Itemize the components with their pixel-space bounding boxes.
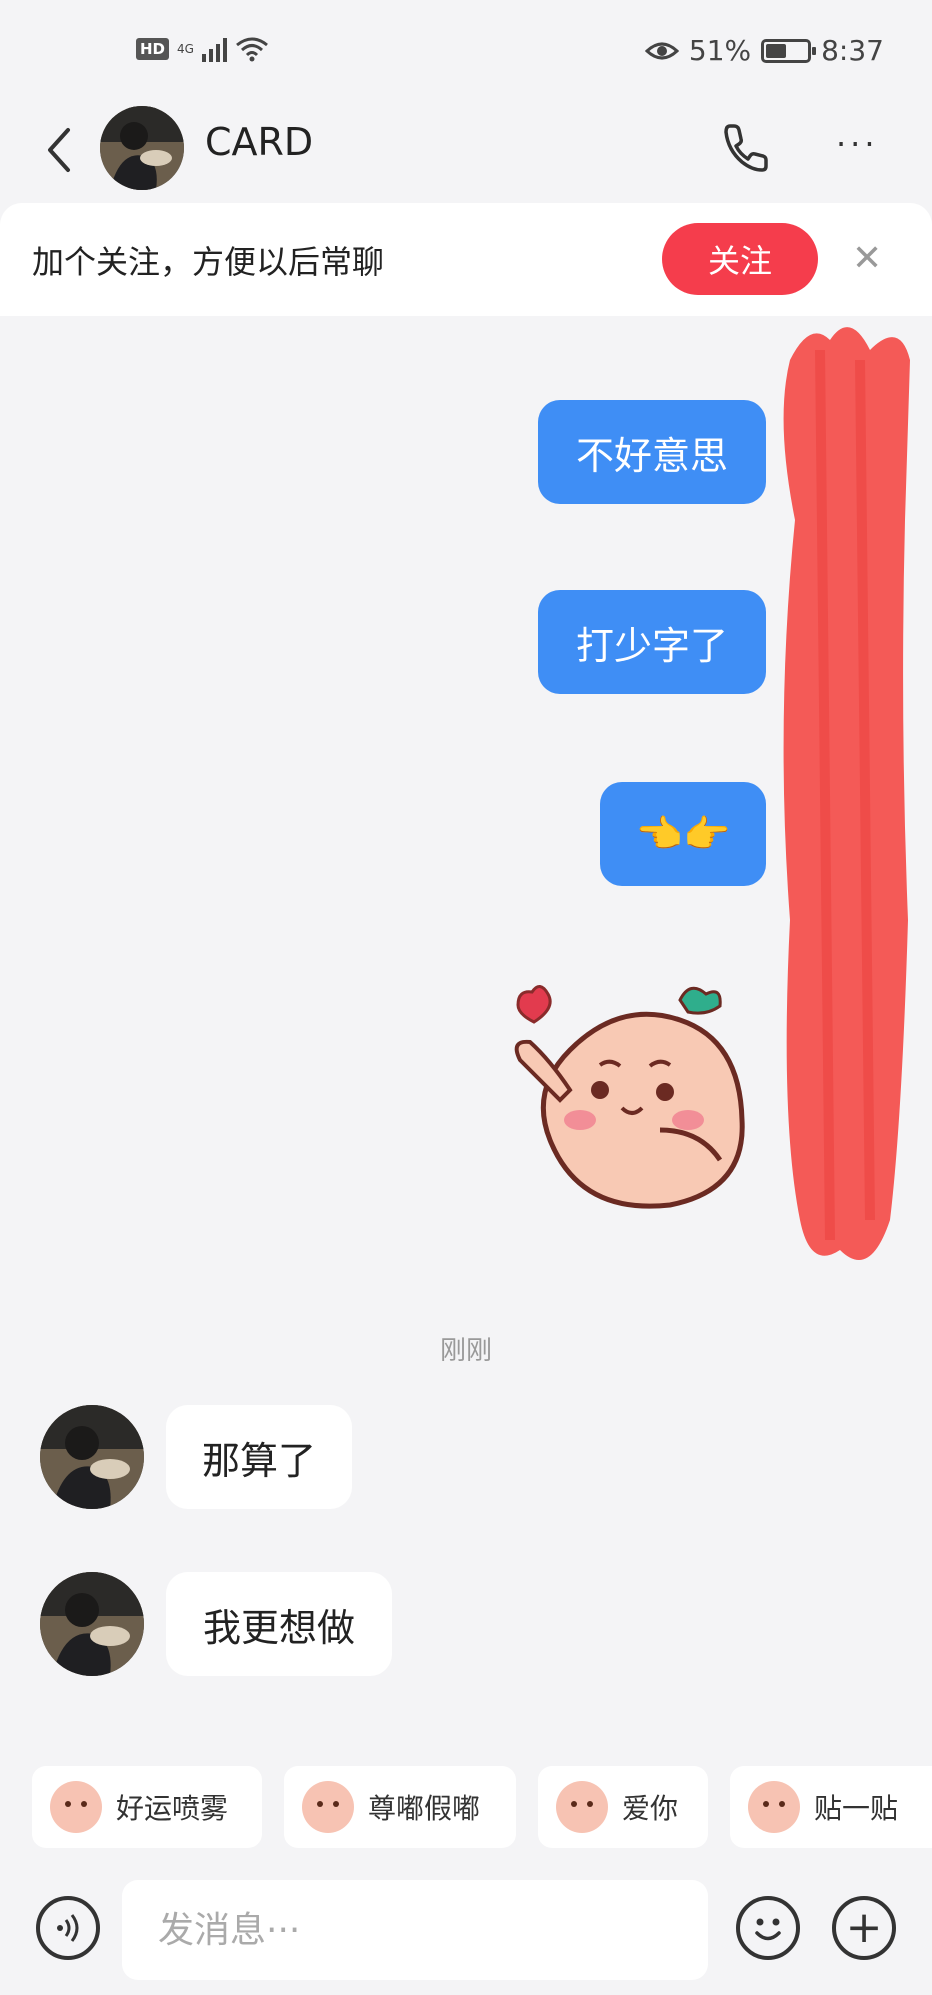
chip-label: 尊嘟假嘟: [368, 1792, 481, 1825]
sender-avatar[interactable]: [40, 1572, 144, 1676]
contact-name[interactable]: CARD: [205, 120, 313, 164]
chip-label: 爱你: [622, 1792, 679, 1825]
quick-sticker-chip[interactable]: 尊嘟假嘟: [284, 1766, 516, 1848]
chip-label: 好运喷雾: [116, 1792, 229, 1825]
message-timestamp: 刚刚: [439, 1336, 492, 1366]
battery-icon: [761, 38, 817, 63]
sticker-face-icon: [302, 1781, 354, 1833]
sent-message[interactable]: 不好意思: [538, 400, 766, 504]
peach-sticker[interactable]: [510, 980, 760, 1220]
quick-sticker-chip[interactable]: 爱你: [538, 1766, 708, 1848]
more-icon[interactable]: ···: [836, 128, 879, 160]
wifi-icon: [236, 37, 268, 62]
message-input[interactable]: [122, 1880, 708, 1980]
received-message[interactable]: 我更想做: [166, 1572, 392, 1676]
quick-sticker-chip[interactable]: 好运喷雾: [32, 1766, 262, 1848]
status-bar: HD 4G 51% 8:37: [0, 0, 932, 100]
plus-icon[interactable]: +: [832, 1896, 896, 1960]
sent-message[interactable]: 👈👉: [600, 782, 766, 886]
chat-header: CARD ···: [0, 100, 932, 200]
sticker-face-icon: [50, 1781, 102, 1833]
follow-banner: 加个关注，方便以后常聊 关注 ✕: [0, 203, 932, 316]
sticker-face-icon: [748, 1781, 800, 1833]
status-right: 51% 8:37: [644, 34, 884, 67]
eye-icon: [644, 42, 679, 59]
battery-percent: 51%: [688, 34, 752, 67]
contact-avatar[interactable]: [100, 106, 184, 190]
phone-icon[interactable]: [720, 120, 770, 176]
sticker-face-icon: [556, 1781, 608, 1833]
clock: 8:37: [821, 34, 884, 67]
follow-prompt: 加个关注，方便以后常聊: [32, 243, 385, 281]
back-icon[interactable]: [40, 122, 80, 178]
emoji-icon[interactable]: [736, 1896, 800, 1960]
voice-icon[interactable]: [36, 1896, 100, 1960]
sent-message[interactable]: 打少字了: [538, 590, 766, 694]
battery-fill: [766, 43, 787, 58]
chat-screen: HD 4G 51% 8:37 CARD ··· 加个关注，方便以后常聊 关注 ✕…: [0, 0, 932, 1995]
quick-sticker-chip[interactable]: 贴一贴: [730, 1766, 932, 1848]
close-icon[interactable]: ✕: [852, 241, 882, 277]
signal-icon: [201, 36, 227, 62]
follow-button[interactable]: 关注: [662, 223, 818, 295]
status-left: HD 4G: [136, 36, 269, 62]
input-bar: +: [0, 1868, 932, 1995]
sender-avatar[interactable]: [40, 1405, 144, 1509]
received-message[interactable]: 那算了: [166, 1405, 352, 1509]
chip-label: 贴一贴: [814, 1792, 899, 1825]
quick-sticker-bar: 好运喷雾 尊嘟假嘟 爱你 贴一贴: [0, 1740, 932, 1868]
network-type: 4G: [177, 42, 194, 56]
hd-badge: HD: [136, 38, 170, 60]
redaction-scribble: [783, 327, 910, 1261]
